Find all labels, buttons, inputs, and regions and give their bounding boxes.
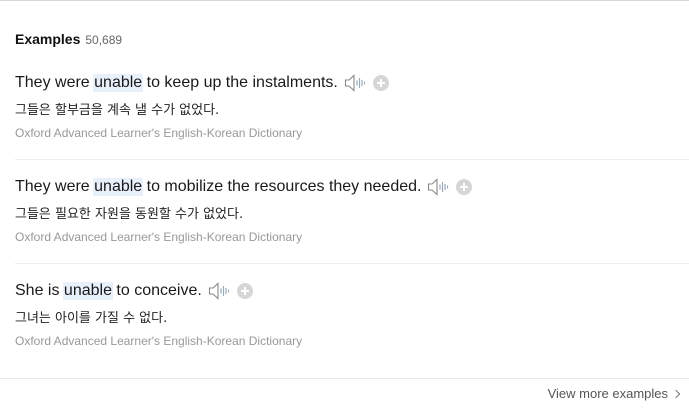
examples-header: Examples 50,689: [15, 31, 122, 47]
view-more-examples-link[interactable]: View more examples: [547, 386, 681, 401]
example-source: Oxford Advanced Learner's English-Korean…: [15, 126, 303, 140]
example-translation: 그녀는 아이를 가질 수 없다.: [15, 311, 168, 326]
speaker-icon[interactable]: [344, 73, 366, 93]
add-icon[interactable]: [236, 283, 253, 299]
example-source: Oxford Advanced Learner's English-Korean…: [15, 230, 303, 244]
example-item: They were unable to mobilize the resourc…: [15, 176, 689, 244]
sentence-after: to mobilize the resources they needed.: [142, 178, 422, 195]
sentence-before: She is: [15, 282, 64, 299]
divider: [15, 263, 689, 264]
example-source: Oxford Advanced Learner's English-Korean…: [15, 334, 303, 348]
chevron-right-icon: [671, 389, 681, 398]
example-translation: 그들은 할부금을 계속 낼 수가 없었다.: [15, 103, 220, 118]
highlighted-word: unable: [62, 282, 113, 300]
example-translation: 그들은 필요한 자원을 동원할 수가 없었다.: [15, 207, 244, 222]
example-item: They were unable to keep up the instalme…: [15, 72, 689, 140]
add-icon[interactable]: [456, 179, 473, 195]
section-title: Examples: [15, 31, 81, 47]
example-sentence: They were unable to mobilize the resourc…: [15, 176, 689, 198]
sentence-after: to keep up the instalments.: [142, 74, 338, 91]
example-item: She is unable to conceive. 그녀는 아이를 가질 수 …: [15, 280, 689, 348]
divider: [15, 159, 689, 160]
add-icon[interactable]: [372, 75, 389, 91]
top-border: [0, 0, 689, 2]
highlighted-word: unable: [93, 74, 144, 92]
speaker-icon[interactable]: [427, 177, 449, 197]
footer-divider: [0, 378, 689, 379]
highlighted-word: unable: [93, 178, 144, 196]
speaker-icon[interactable]: [208, 281, 230, 301]
example-count: 50,689: [85, 33, 123, 47]
view-more-label: View more examples: [547, 386, 668, 401]
sentence-before: They were: [15, 74, 95, 91]
example-sentence: They were unable to keep up the instalme…: [15, 72, 689, 94]
sentence-after: to conceive.: [111, 282, 202, 299]
sentence-before: They were: [15, 178, 95, 195]
example-sentence: She is unable to conceive.: [15, 280, 689, 302]
